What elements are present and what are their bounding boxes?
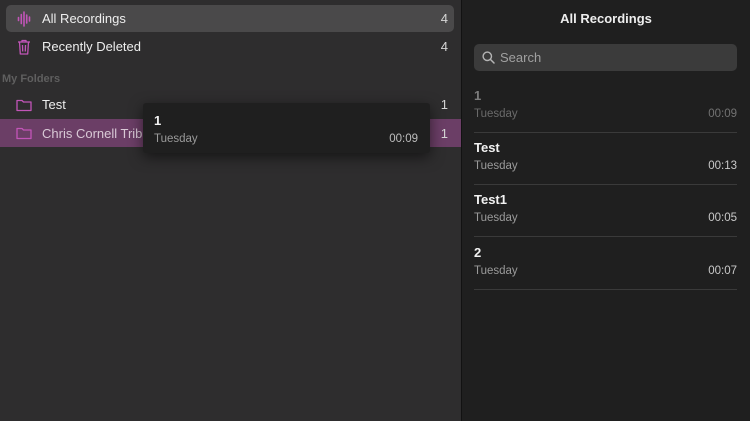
trash-icon bbox=[15, 38, 33, 56]
waveform-icon bbox=[15, 10, 33, 28]
sidebar-item-recently-deleted[interactable]: Recently Deleted 4 bbox=[6, 33, 454, 60]
section-header-my-folders: My Folders bbox=[2, 73, 61, 85]
recording-duration: 00:09 bbox=[708, 108, 737, 120]
sidebar-item-label: Recently Deleted bbox=[42, 39, 141, 54]
recording-date: Tuesday bbox=[154, 133, 198, 145]
recording-title: 1 bbox=[474, 88, 482, 103]
search-input[interactable] bbox=[500, 50, 730, 65]
list-item[interactable]: Test1 Tuesday 00:05 bbox=[474, 185, 737, 237]
recording-date: Tuesday bbox=[474, 265, 518, 277]
recording-title: Test1 bbox=[474, 192, 507, 207]
recording-date: Tuesday bbox=[474, 160, 518, 172]
recording-date: Tuesday bbox=[474, 108, 518, 120]
folder-label: Chris Cornell Trib bbox=[42, 125, 143, 141]
recording-title: 1 bbox=[154, 113, 162, 128]
sidebar: All Recordings 4 Recently Deleted 4 My F… bbox=[0, 0, 461, 421]
folder-icon bbox=[15, 124, 33, 142]
recordings-list-pane: All Recordings 1 Tuesday 00:09 Test Tues… bbox=[462, 0, 750, 421]
recording-title: Test bbox=[474, 140, 500, 155]
recording-count: 4 bbox=[440, 11, 448, 26]
sidebar-item-label: All Recordings bbox=[42, 11, 126, 26]
list-item[interactable]: Test Tuesday 00:13 bbox=[474, 133, 737, 185]
recording-count: 1 bbox=[440, 125, 448, 141]
list-item[interactable]: 1 Tuesday 00:09 bbox=[474, 81, 737, 133]
recording-count: 1 bbox=[440, 97, 448, 112]
recording-date: Tuesday bbox=[474, 212, 518, 224]
recording-duration: 00:05 bbox=[708, 212, 737, 224]
drag-preview-recording[interactable]: 1 Tuesday 00:09 bbox=[143, 103, 430, 153]
recording-duration: 00:13 bbox=[708, 160, 737, 172]
page-title: All Recordings bbox=[560, 11, 652, 26]
list-item[interactable]: 2 Tuesday 00:07 bbox=[474, 238, 737, 290]
recording-count: 4 bbox=[440, 39, 448, 54]
search-icon bbox=[481, 51, 495, 65]
recording-title: 2 bbox=[474, 245, 482, 260]
folder-icon bbox=[15, 96, 33, 114]
folder-label: Test bbox=[42, 97, 66, 112]
recording-duration: 00:09 bbox=[389, 133, 418, 145]
search-field[interactable] bbox=[474, 44, 737, 71]
recording-duration: 00:07 bbox=[708, 265, 737, 277]
sidebar-item-all-recordings[interactable]: All Recordings 4 bbox=[6, 5, 454, 32]
